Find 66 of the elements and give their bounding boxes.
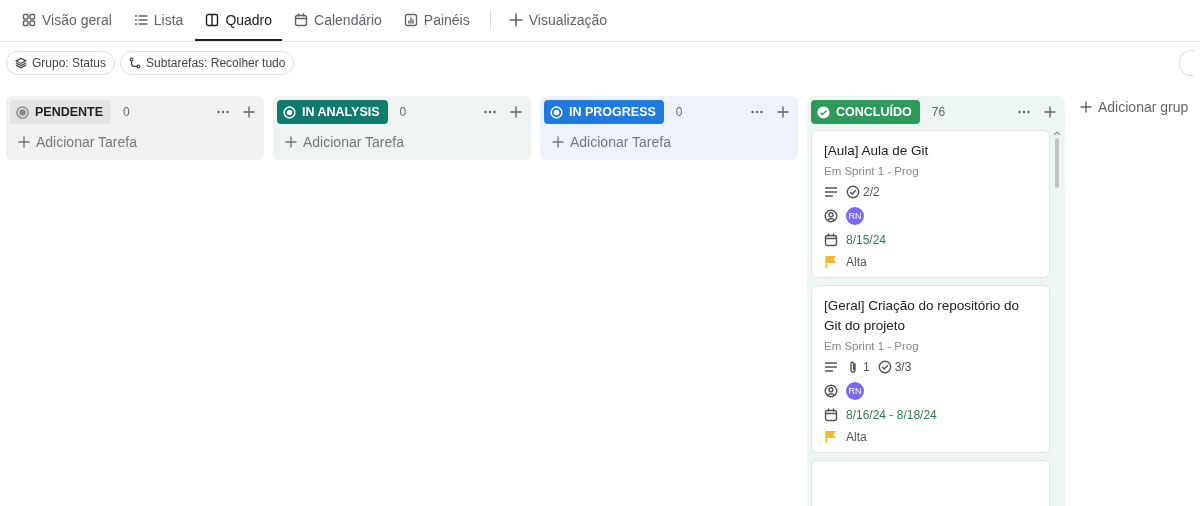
plus-icon — [552, 136, 564, 148]
task-card[interactable]: [Aula] Aula de Git Em Sprint 1 - Prog 2/2 RN 8/15/24 Alta — [811, 130, 1050, 278]
due-date: 8/15/24 — [846, 233, 887, 247]
calendar-icon — [294, 12, 309, 27]
grid-icon — [22, 12, 36, 27]
plus-icon — [508, 12, 523, 27]
calendar-icon — [824, 233, 838, 247]
plus-icon — [1080, 101, 1092, 113]
view-tab[interactable]: Quadro — [195, 0, 283, 41]
filter-chip[interactable]: Subtarefas: Recolher tudo — [120, 51, 295, 75]
add-task-button[interactable]: Adicionar Tarefa — [10, 130, 145, 154]
task-count: 0 — [675, 105, 683, 119]
attachment-count: 1 — [863, 360, 870, 374]
checklist-count: 3/3 — [894, 360, 912, 374]
plus-icon — [18, 136, 30, 148]
check-circle-icon — [817, 105, 830, 119]
priority-label: Alta — [846, 255, 867, 269]
caret-icon[interactable] — [1053, 130, 1061, 136]
description-icon — [824, 185, 838, 199]
task-count: 76 — [931, 105, 946, 119]
plus-icon[interactable] — [776, 105, 790, 119]
due-date: 8/16/24 - 8/18/24 — [846, 408, 937, 422]
assignee-avatar: RN — [846, 382, 864, 400]
add-task-button[interactable]: Adicionar Tarefa — [544, 130, 679, 154]
status-badge: PENDENTE — [10, 100, 112, 124]
flag-icon — [824, 255, 838, 269]
flag-icon — [824, 430, 838, 444]
view-tab[interactable]: Visão geral — [12, 0, 122, 41]
add-group-button[interactable]: Adicionar grup — [1074, 96, 1195, 118]
layers-icon — [15, 57, 27, 69]
task-card[interactable]: [Geral] Criação do repositório do Git do projeto Em Sprint 1 - Prog 1 3/3 RN 8/16/24 - 8/18/24 Alta — [811, 285, 1050, 453]
user-icon — [824, 384, 838, 398]
card-title: [Geral] Criação do repositório do Git do projeto — [824, 297, 1021, 335]
plus-icon — [285, 136, 297, 148]
view-tab[interactable]: Calendário — [284, 0, 392, 41]
calendar-icon — [824, 408, 838, 422]
check-circle-icon — [877, 360, 892, 374]
status-icon — [283, 105, 296, 119]
check-circle-icon — [846, 185, 860, 199]
status-badge: IN PROGRESS — [544, 100, 664, 124]
plus-icon[interactable] — [1043, 105, 1057, 119]
add-view-button[interactable]: Visualização — [498, 0, 618, 41]
task-count: 0 — [399, 105, 407, 119]
card-location: Em Sprint 1 - Prog — [824, 165, 920, 177]
board-icon — [205, 12, 220, 27]
status-badge: IN ANALYSIS — [277, 100, 388, 124]
list-icon — [133, 12, 148, 27]
view-tab[interactable]: Painéis — [393, 0, 480, 41]
view-tab[interactable]: Lista — [123, 0, 194, 41]
subtask-icon — [129, 57, 142, 69]
chart-icon — [403, 12, 418, 27]
status-icon — [550, 105, 563, 119]
add-task-button[interactable]: Adicionar Tarefa — [277, 130, 412, 154]
priority-label: Alta — [846, 430, 867, 444]
description-icon — [824, 360, 838, 374]
card-title: [Aula] Aula de Git — [824, 142, 930, 160]
user-icon — [824, 209, 838, 223]
task-count: 0 — [123, 105, 130, 119]
plus-icon[interactable] — [242, 105, 256, 119]
card-location: Em Sprint 1 - Prog — [824, 340, 920, 352]
status-badge: CONCLUÍDO — [811, 100, 920, 124]
filter-chip[interactable]: Grupo: Status — [6, 51, 116, 75]
checklist-count: 2/2 — [863, 185, 880, 199]
assignee-avatar: RN — [846, 207, 864, 225]
status-icon — [16, 105, 29, 119]
plus-icon[interactable] — [509, 105, 523, 119]
